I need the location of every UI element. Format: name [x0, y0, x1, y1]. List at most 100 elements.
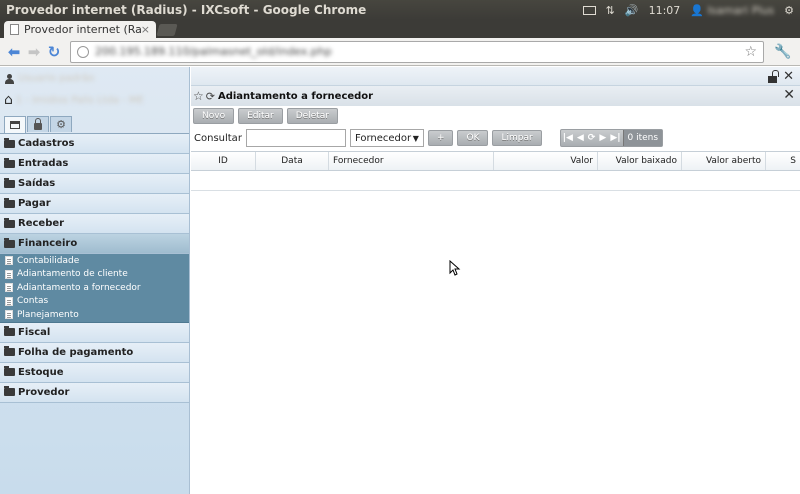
forward-arrow-icon[interactable]: ➡	[24, 43, 44, 61]
sidebar-tabs: ⚙	[4, 116, 72, 133]
document-icon	[5, 310, 13, 320]
close-all-icon[interactable]: ✕	[783, 69, 794, 84]
tab-settings[interactable]: ⚙	[50, 116, 72, 132]
window-title-text: Adiantamento a fornecedor	[217, 90, 374, 102]
sidebar-item-fiscal[interactable]: Fiscal	[0, 322, 189, 343]
bookmark-star-icon[interactable]: ☆	[744, 44, 757, 60]
grid-header: ID Data Fornecedor Valor Valor baixado V…	[191, 152, 800, 171]
submenu-item-contas[interactable]: Contas	[0, 295, 189, 309]
folder-icon	[4, 217, 15, 228]
column-header-s[interactable]: S	[766, 152, 800, 170]
volume-icon[interactable]: 🔊	[625, 4, 639, 17]
folder-icon	[4, 326, 15, 336]
sidebar-item-estoque[interactable]: Estoque	[0, 362, 189, 383]
search-label: Consultar	[194, 132, 242, 144]
next-page-icon[interactable]: ▶	[597, 133, 608, 143]
deletar-button[interactable]: Deletar	[286, 108, 338, 124]
mail-icon[interactable]	[582, 5, 596, 15]
column-header-valor-aberto[interactable]: Valor aberto	[682, 152, 766, 170]
pager: |◀ ◀ ⟳ ▶ ▶| 0 itens	[559, 129, 664, 147]
unlock-icon[interactable]	[768, 69, 780, 83]
sidebar-item-label: Estoque	[18, 366, 64, 378]
financeiro-submenu: Contabilidade Adiantamento de cliente Ad…	[0, 254, 189, 323]
column-header-valor-baixado[interactable]: Valor baixado	[598, 152, 682, 170]
sidebar-item-cadastros[interactable]: Cadastros	[0, 134, 189, 154]
folder-icon	[4, 366, 15, 376]
reload-icon[interactable]: ↻	[44, 43, 64, 61]
submenu-item-label: Contas	[17, 296, 49, 307]
column-header-id[interactable]: ID	[191, 152, 256, 170]
document-icon	[5, 269, 13, 279]
limpar-button[interactable]: Limpar	[492, 130, 542, 146]
novo-button[interactable]: Novo	[193, 108, 235, 124]
url-text: 200.195.189.110/palmasnet_old/index.php	[95, 45, 332, 58]
folder-icon	[4, 197, 15, 208]
sidebar-item-saidas[interactable]: Saídas	[0, 174, 189, 194]
sidebar-item-folha-pagamento[interactable]: Folha de pagamento	[0, 342, 189, 363]
action-toolbar: Novo Editar Deletar	[191, 106, 800, 126]
add-filter-button[interactable]: +	[427, 130, 454, 146]
column-header-data[interactable]: Data	[256, 152, 329, 170]
session-gear-icon[interactable]: ⚙	[784, 4, 794, 17]
editar-button[interactable]: Editar	[238, 108, 283, 124]
browser-toolbar: ⬅ ➡ ↻ 200.195.189.110/palmasnet_old/inde…	[0, 38, 800, 66]
os-top-bar: Provedor internet (Radius) - IXCsoft - G…	[0, 0, 800, 20]
os-user-name: Isamari Plus	[707, 3, 775, 17]
new-tab-button[interactable]	[156, 24, 178, 36]
sidebar-item-label: Folha de pagamento	[18, 346, 134, 358]
tab-lock[interactable]	[27, 116, 49, 132]
sidebar-item-entradas[interactable]: Entradas	[0, 154, 189, 174]
sidebar-item-label: Cadastros	[18, 138, 75, 149]
column-header-fornecedor[interactable]: Fornecedor	[329, 152, 494, 170]
user-name: Usuario padrão	[18, 73, 95, 84]
last-page-icon[interactable]: ▶|	[608, 133, 622, 143]
user-icon	[5, 73, 14, 84]
sidebar-item-label: Financeiro	[18, 238, 78, 249]
network-icon[interactable]: ⇅	[606, 4, 615, 17]
favorite-star-icon[interactable]: ☆	[193, 89, 204, 103]
submenu-item-label: Adiantamento a fornecedor	[17, 282, 141, 293]
submenu-item-adiantamento-fornecedor[interactable]: Adiantamento a fornecedor	[0, 281, 189, 295]
sidebar-item-receber[interactable]: Receber	[0, 214, 189, 234]
browser-tab-strip: Provedor internet (Radius) - ×	[0, 20, 800, 38]
item-count: 0 itens	[622, 130, 663, 146]
user-menu[interactable]: 👤 Isamari Plus	[690, 4, 774, 17]
search-input[interactable]	[245, 129, 346, 147]
ok-button[interactable]: OK	[457, 130, 489, 146]
current-user: Usuario padrão	[5, 73, 94, 84]
tab-windows[interactable]	[4, 116, 26, 133]
sidebar-item-financeiro[interactable]: Financeiro	[0, 234, 189, 254]
sidebar-item-pagar[interactable]: Pagar	[0, 194, 189, 214]
tab-close-icon[interactable]: ×	[141, 23, 150, 36]
refresh-icon[interactable]: ⟳	[206, 90, 215, 103]
sidebar-item-provedor[interactable]: Provedor	[0, 382, 189, 403]
clock[interactable]: 11:07	[649, 4, 681, 17]
gear-icon: ⚙	[56, 118, 66, 131]
submenu-item-adiantamento-cliente[interactable]: Adiantamento de cliente	[0, 268, 189, 282]
submenu-item-planejamento[interactable]: Planejamento	[0, 308, 189, 322]
prev-page-icon[interactable]: ◀	[575, 133, 586, 143]
address-bar[interactable]: 200.195.189.110/palmasnet_old/index.php …	[70, 40, 764, 63]
first-page-icon[interactable]: |◀	[561, 133, 575, 143]
window-icon	[10, 121, 20, 129]
current-company: ⌂ 1 - Imidios Palis Ltda - ME	[4, 92, 144, 108]
main-area: ✕ ☆ ⟳ Adiantamento a fornecedor ✕ Novo E…	[191, 67, 800, 494]
column-header-valor[interactable]: Valor	[494, 152, 598, 170]
submenu-item-contabilidade[interactable]: Contabilidade	[0, 254, 189, 268]
submenu-item-label: Planejamento	[17, 309, 79, 320]
folder-icon	[4, 237, 15, 248]
home-icon[interactable]: ⌂	[4, 92, 13, 108]
browser-tab[interactable]: Provedor internet (Radius) - ×	[4, 21, 156, 38]
document-icon	[5, 283, 13, 293]
close-window-icon[interactable]: ✕	[783, 87, 795, 103]
back-arrow-icon[interactable]: ⬅	[4, 43, 24, 61]
table-row	[191, 171, 800, 191]
reload-grid-icon[interactable]: ⟳	[586, 133, 598, 143]
tab-title: Provedor internet (Radius) -	[24, 23, 141, 36]
wrench-menu-icon[interactable]: 🔧	[774, 44, 791, 60]
sidebar-menu: Cadastros Entradas Saídas Pagar Receber …	[0, 133, 189, 403]
search-field-select[interactable]: Fornecedor ▼	[349, 129, 424, 147]
page-info-icon[interactable]	[77, 45, 89, 58]
folder-icon	[4, 157, 15, 168]
search-row: Consultar Fornecedor ▼ + OK Limpar |◀ ◀ …	[191, 127, 800, 149]
